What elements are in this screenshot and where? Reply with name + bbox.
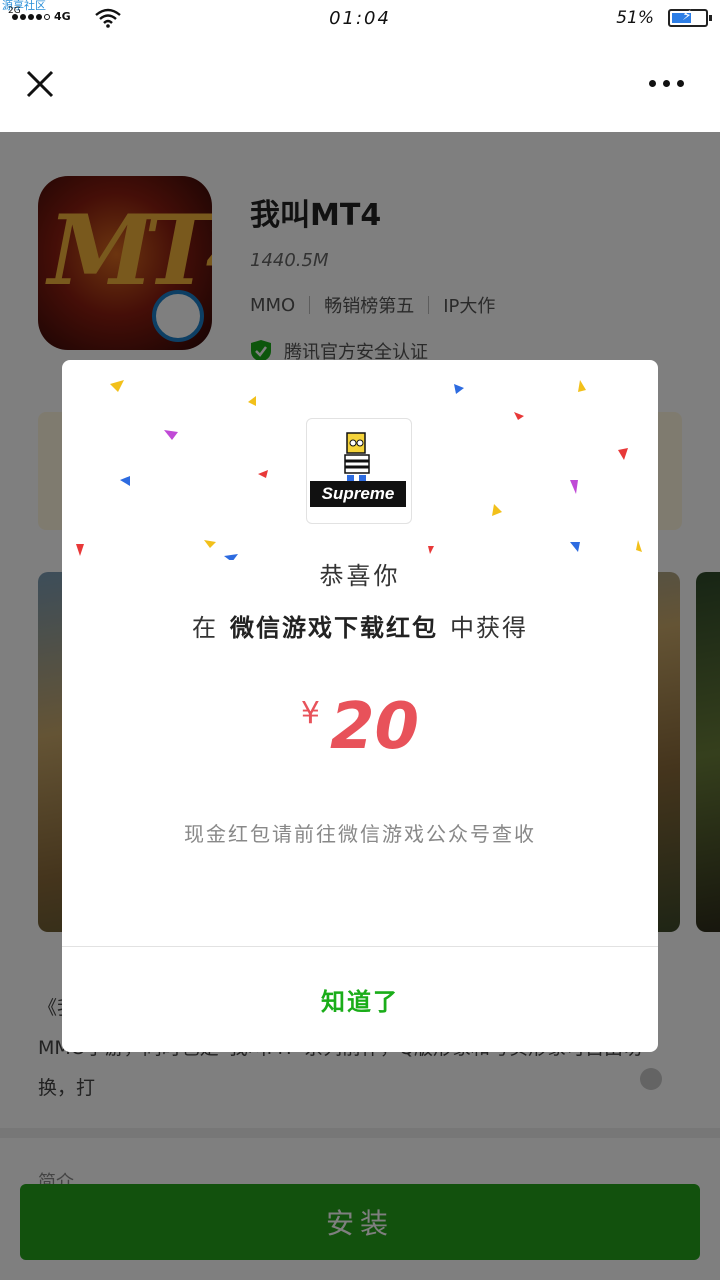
award-source-line: 在微信游戏下载红包 中获得 [62,608,658,643]
award-prefix: 在 [192,614,218,642]
got-it-button[interactable]: 知道了 [62,947,658,1052]
red-packet-amount: ¥20 [62,690,658,764]
supreme-logo: Supreme [310,481,406,507]
nav-bar [0,36,720,132]
more-dots-icon[interactable] [649,80,684,87]
congrats-title: 恭喜你 [319,562,401,590]
award-source: 微信游戏下载红包 [230,614,438,642]
claim-note: 现金红包请前往微信游戏公众号查收 [184,822,536,846]
currency-symbol: ¥ [300,696,321,731]
battery-percent: 51% [616,8,654,28]
award-suffix: 中获得 [450,614,528,642]
amount-value: 20 [330,690,420,764]
close-icon[interactable] [20,64,60,104]
battery-icon: ⚡ [668,8,712,27]
status-bar: 源享社区 2G 4G 01:04 51% ⚡ [0,0,720,36]
sender-avatar: Supreme [306,418,412,524]
red-packet-dialog: Supreme 恭喜你 在微信游戏下载红包 中获得 ¥20 现金红包请前往微信游戏… [62,360,658,1052]
status-time: 01:04 [329,8,391,29]
